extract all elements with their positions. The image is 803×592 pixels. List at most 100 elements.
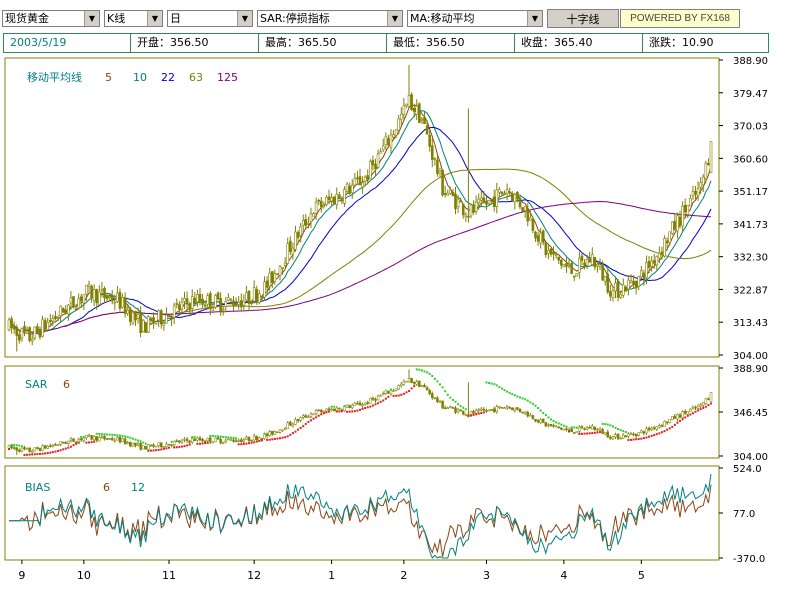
- candle-body: [268, 272, 271, 287]
- sar-point: [379, 400, 382, 403]
- sar-point: [560, 423, 563, 426]
- price-chart[interactable]: 388.90 379.47 370.03 360.60 351.17 341.73 332.…: [0, 0, 803, 592]
- sar-point: [637, 437, 640, 440]
- sar-candle: [268, 429, 271, 437]
- sar-candle: [647, 426, 651, 432]
- sar-candle-body: [149, 444, 153, 447]
- sar-point: [183, 445, 186, 448]
- candle: [407, 64, 411, 109]
- sar-point: [193, 436, 196, 439]
- sar-candle-body: [15, 447, 18, 451]
- sar-candle: [278, 429, 282, 434]
- sar-point: [353, 410, 356, 413]
- candle-body: [663, 238, 666, 257]
- sar-candle: [131, 442, 135, 448]
- sar-candle-body: [598, 428, 602, 431]
- sar-candle: [180, 438, 184, 444]
- sar-candle: [203, 439, 207, 443]
- sar-candle: [361, 402, 364, 408]
- candle: [196, 289, 199, 308]
- candle-body: [30, 338, 34, 342]
- candle-body: [214, 294, 217, 308]
- candle-body: [79, 296, 83, 302]
- sar-candle-body: [492, 408, 496, 412]
- sar-candle: [18, 448, 21, 453]
- candle: [20, 327, 24, 342]
- candle-body: [211, 307, 215, 312]
- sar-candle: [660, 423, 664, 428]
- candle: [175, 298, 179, 309]
- sar-candle-body: [508, 407, 511, 409]
- sar-candle: [273, 430, 277, 436]
- candle-body: [487, 199, 491, 204]
- candle: [193, 292, 197, 305]
- candle: [110, 289, 114, 305]
- sar-candle-body: [167, 443, 171, 446]
- sar-candle-body: [36, 447, 39, 450]
- candle: [356, 170, 359, 184]
- sar-candle: [82, 437, 86, 443]
- candle-body: [229, 299, 233, 301]
- sar-point: [307, 420, 310, 423]
- candle-body: [420, 118, 424, 121]
- sar-candle-body: [61, 441, 65, 444]
- sar-point: [304, 422, 307, 425]
- sar-candle-body: [658, 425, 661, 428]
- month-tick-label: 2: [400, 569, 407, 582]
- candle: [23, 321, 26, 337]
- sar-point: [335, 410, 338, 413]
- sar-candle: [554, 425, 558, 428]
- sar-candle: [629, 431, 633, 436]
- sar-candle: [307, 414, 310, 419]
- sar-point: [72, 444, 75, 447]
- sar-candle: [503, 406, 506, 410]
- sar-point: [253, 441, 256, 444]
- sar-point: [707, 404, 710, 407]
- sar-candle-body: [165, 443, 168, 447]
- sar-point: [650, 434, 653, 437]
- sar-candle: [201, 437, 204, 442]
- sar-candle-body: [92, 436, 96, 441]
- sar-candle-body: [384, 390, 388, 394]
- candle-body: [206, 295, 210, 305]
- sar-point: [248, 442, 251, 445]
- candle: [402, 98, 406, 120]
- sar-candle: [252, 433, 256, 441]
- sar-point: [206, 441, 209, 444]
- sar-point: [82, 436, 85, 439]
- candle-body: [593, 257, 597, 268]
- sar-candle-body: [247, 436, 251, 441]
- sar-candle: [141, 445, 145, 450]
- candle-body: [335, 193, 339, 205]
- candle: [469, 203, 473, 219]
- candle-body: [82, 294, 86, 304]
- candle-body: [658, 252, 661, 259]
- candle-body: [363, 176, 367, 183]
- candle-body: [399, 113, 403, 120]
- candle-body: [291, 247, 295, 255]
- candle-body: [139, 311, 142, 333]
- sar-candle-body: [271, 430, 274, 435]
- sar-candle: [689, 408, 692, 412]
- bias-tick-label: 524.0: [733, 464, 762, 475]
- candle-body: [255, 289, 259, 301]
- candle: [596, 261, 599, 273]
- candle: [534, 230, 537, 242]
- sar-candle: [663, 420, 666, 427]
- ma10-line: [32, 110, 712, 335]
- candle: [438, 167, 442, 178]
- sar-point: [619, 429, 622, 432]
- sar-candle-body: [526, 412, 530, 417]
- bias-legend: BIAS 6 12: [25, 481, 145, 494]
- candle: [7, 317, 11, 332]
- sar-candle-body: [379, 395, 382, 397]
- candle-body: [224, 301, 228, 307]
- sar-candle-body: [441, 400, 444, 409]
- sar-candle: [54, 442, 57, 446]
- sar-point: [142, 441, 145, 444]
- sar-candle: [175, 439, 179, 443]
- sar-candle-body: [585, 427, 589, 430]
- sar-point: [431, 374, 434, 377]
- sar-candle: [472, 409, 475, 415]
- sar-candle: [304, 413, 308, 419]
